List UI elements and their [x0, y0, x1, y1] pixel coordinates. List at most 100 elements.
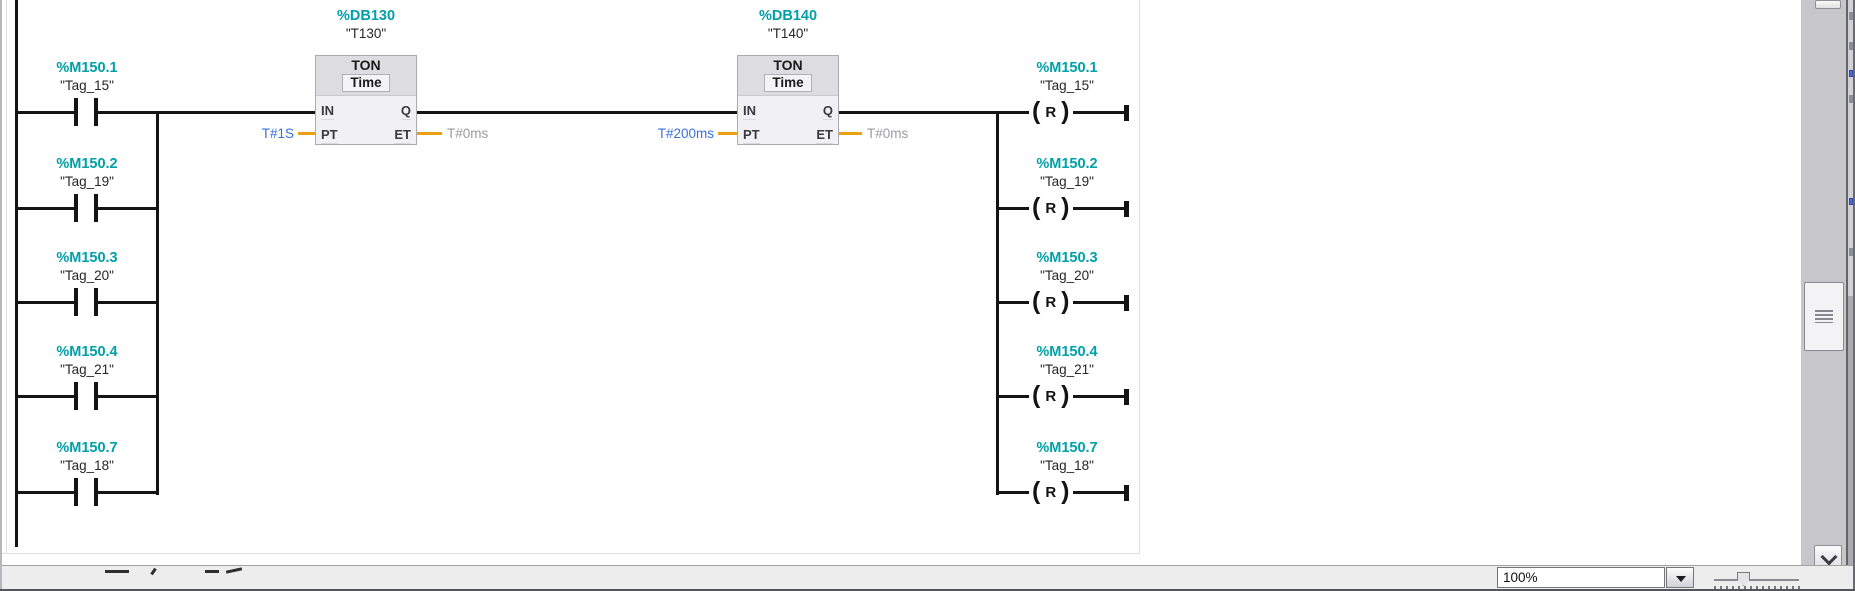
contact-operand[interactable]: %M150.3 "Tag_20"	[12, 250, 162, 284]
operand-tag[interactable]: "Tag_19"	[12, 173, 162, 190]
zoom-dropdown-button[interactable]	[1666, 567, 1694, 588]
lad-editor-window: %M150.1 "Tag_15" %M150.2 "Tag_19" %M150.…	[0, 0, 1855, 591]
clipped-toolbar-icon	[105, 570, 129, 573]
param-et[interactable]: ET	[816, 127, 833, 144]
operand-address[interactable]: %M150.4	[12, 344, 162, 361]
param-q[interactable]: Q	[401, 103, 411, 120]
operand-tag[interactable]: "Tag_18"	[12, 457, 162, 474]
reset-coil[interactable]: (R)	[1029, 290, 1073, 312]
coil-operand[interactable]: %M150.1 "Tag_15"	[992, 60, 1142, 94]
reset-coil[interactable]: (R)	[1029, 196, 1073, 218]
rung-end-tick	[1124, 105, 1129, 121]
coil-letter: R	[1040, 484, 1061, 501]
param-in[interactable]: IN	[321, 103, 334, 120]
coil-operand[interactable]: %M150.7 "Tag_18"	[992, 440, 1142, 474]
rung-end-tick	[1124, 389, 1129, 405]
operand-address[interactable]: %M150.4	[992, 344, 1142, 361]
db-name[interactable]: "T130"	[291, 25, 441, 42]
et-connector	[417, 132, 442, 135]
coil-paren-left: (	[1032, 100, 1040, 122]
coil-letter: R	[1040, 104, 1061, 121]
no-contact[interactable]	[74, 478, 98, 506]
ton-header: TON Time	[738, 56, 838, 96]
coil-paren-right: )	[1061, 196, 1069, 218]
contact-operand[interactable]: %M150.2 "Tag_19"	[12, 156, 162, 190]
param-in[interactable]: IN	[743, 103, 756, 120]
et-output-value[interactable]: T#0ms	[447, 126, 488, 141]
scrollbar-down-icon	[1821, 549, 1838, 566]
operand-tag[interactable]: "Tag_18"	[992, 457, 1142, 474]
zoom-dropdown-arrow-icon	[1676, 576, 1686, 582]
operand-tag[interactable]: "Tag_15"	[12, 77, 162, 94]
coil-paren-right: )	[1061, 480, 1069, 502]
param-q[interactable]: Q	[823, 103, 833, 120]
reset-coil[interactable]: (R)	[1029, 100, 1073, 122]
scrollbar-thumb[interactable]	[1804, 282, 1844, 351]
coil-letter: R	[1040, 294, 1061, 311]
operand-address[interactable]: %M150.1	[992, 60, 1142, 77]
coil-operand[interactable]: %M150.3 "Tag_20"	[992, 250, 1142, 284]
operand-address[interactable]: %M150.1	[12, 60, 162, 77]
timer-instance[interactable]: %DB140 "T140"	[713, 8, 863, 42]
operand-address[interactable]: %M150.2	[992, 156, 1142, 173]
param-pt[interactable]: PT	[321, 127, 338, 144]
network-canvas[interactable]	[0, 0, 1140, 554]
operand-tag[interactable]: "Tag_20"	[992, 267, 1142, 284]
rung-wire	[15, 111, 315, 114]
operand-tag[interactable]: "Tag_20"	[12, 267, 162, 284]
ton-timer-block[interactable]: TON Time IN Q PT ET	[737, 55, 839, 145]
coil-operand[interactable]: %M150.4 "Tag_21"	[992, 344, 1142, 378]
operand-address[interactable]: %M150.3	[12, 250, 162, 267]
contact-operand[interactable]: %M150.1 "Tag_15"	[12, 60, 162, 94]
coil-paren-left: (	[1032, 196, 1040, 218]
rung-wire	[417, 111, 737, 114]
coil-paren-right: )	[1061, 384, 1069, 406]
contact-operand[interactable]: %M150.7 "Tag_18"	[12, 440, 162, 474]
et-output-value[interactable]: T#0ms	[867, 126, 908, 141]
pt-connector	[718, 132, 737, 135]
operand-tag[interactable]: "Tag_21"	[992, 361, 1142, 378]
reset-coil[interactable]: (R)	[1029, 384, 1073, 406]
no-contact[interactable]	[74, 98, 98, 126]
coil-letter: R	[1040, 200, 1061, 217]
contact-operand[interactable]: %M150.4 "Tag_21"	[12, 344, 162, 378]
coil-letter: R	[1040, 388, 1061, 405]
rung-wire	[839, 111, 1128, 114]
data-type-selector[interactable]: Time	[764, 74, 811, 92]
rung-end-tick	[1124, 485, 1129, 501]
data-type-selector[interactable]: Time	[342, 74, 389, 92]
no-contact[interactable]	[74, 194, 98, 222]
param-pt[interactable]: PT	[743, 127, 760, 144]
no-contact[interactable]	[74, 382, 98, 410]
zoom-slider-track[interactable]	[1714, 579, 1799, 581]
timer-instance[interactable]: %DB130 "T130"	[291, 8, 441, 42]
rung-end-tick	[1124, 295, 1129, 311]
operand-tag[interactable]: "Tag_15"	[992, 77, 1142, 94]
operand-address[interactable]: %M150.3	[992, 250, 1142, 267]
pt-connector	[298, 132, 315, 135]
operand-address[interactable]: %M150.7	[992, 440, 1142, 457]
coil-paren-left: (	[1032, 290, 1040, 312]
operand-tag[interactable]: "Tag_19"	[992, 173, 1142, 190]
pt-input-value[interactable]: T#1S	[210, 126, 294, 141]
pt-input-value[interactable]: T#200ms	[622, 126, 714, 141]
no-contact[interactable]	[74, 288, 98, 316]
instruction-name: TON	[738, 56, 838, 73]
scrollbar-up-button[interactable]	[1815, 0, 1841, 9]
reset-coil[interactable]: (R)	[1029, 480, 1073, 502]
zoom-level-input[interactable]: 100%	[1497, 567, 1665, 588]
db-address[interactable]: %DB140	[713, 8, 863, 25]
coil-operand[interactable]: %M150.2 "Tag_19"	[992, 156, 1142, 190]
operand-tag[interactable]: "Tag_21"	[12, 361, 162, 378]
et-connector	[839, 132, 862, 135]
clipped-toolbar-icon	[205, 570, 219, 573]
ton-timer-block[interactable]: TON Time IN Q PT ET	[315, 55, 417, 145]
coil-paren-right: )	[1061, 290, 1069, 312]
db-address[interactable]: %DB130	[291, 8, 441, 25]
coil-paren-left: (	[1032, 384, 1040, 406]
operand-address[interactable]: %M150.7	[12, 440, 162, 457]
param-et[interactable]: ET	[394, 127, 411, 144]
canvas-left-border	[6, 0, 7, 553]
operand-address[interactable]: %M150.2	[12, 156, 162, 173]
db-name[interactable]: "T140"	[713, 25, 863, 42]
